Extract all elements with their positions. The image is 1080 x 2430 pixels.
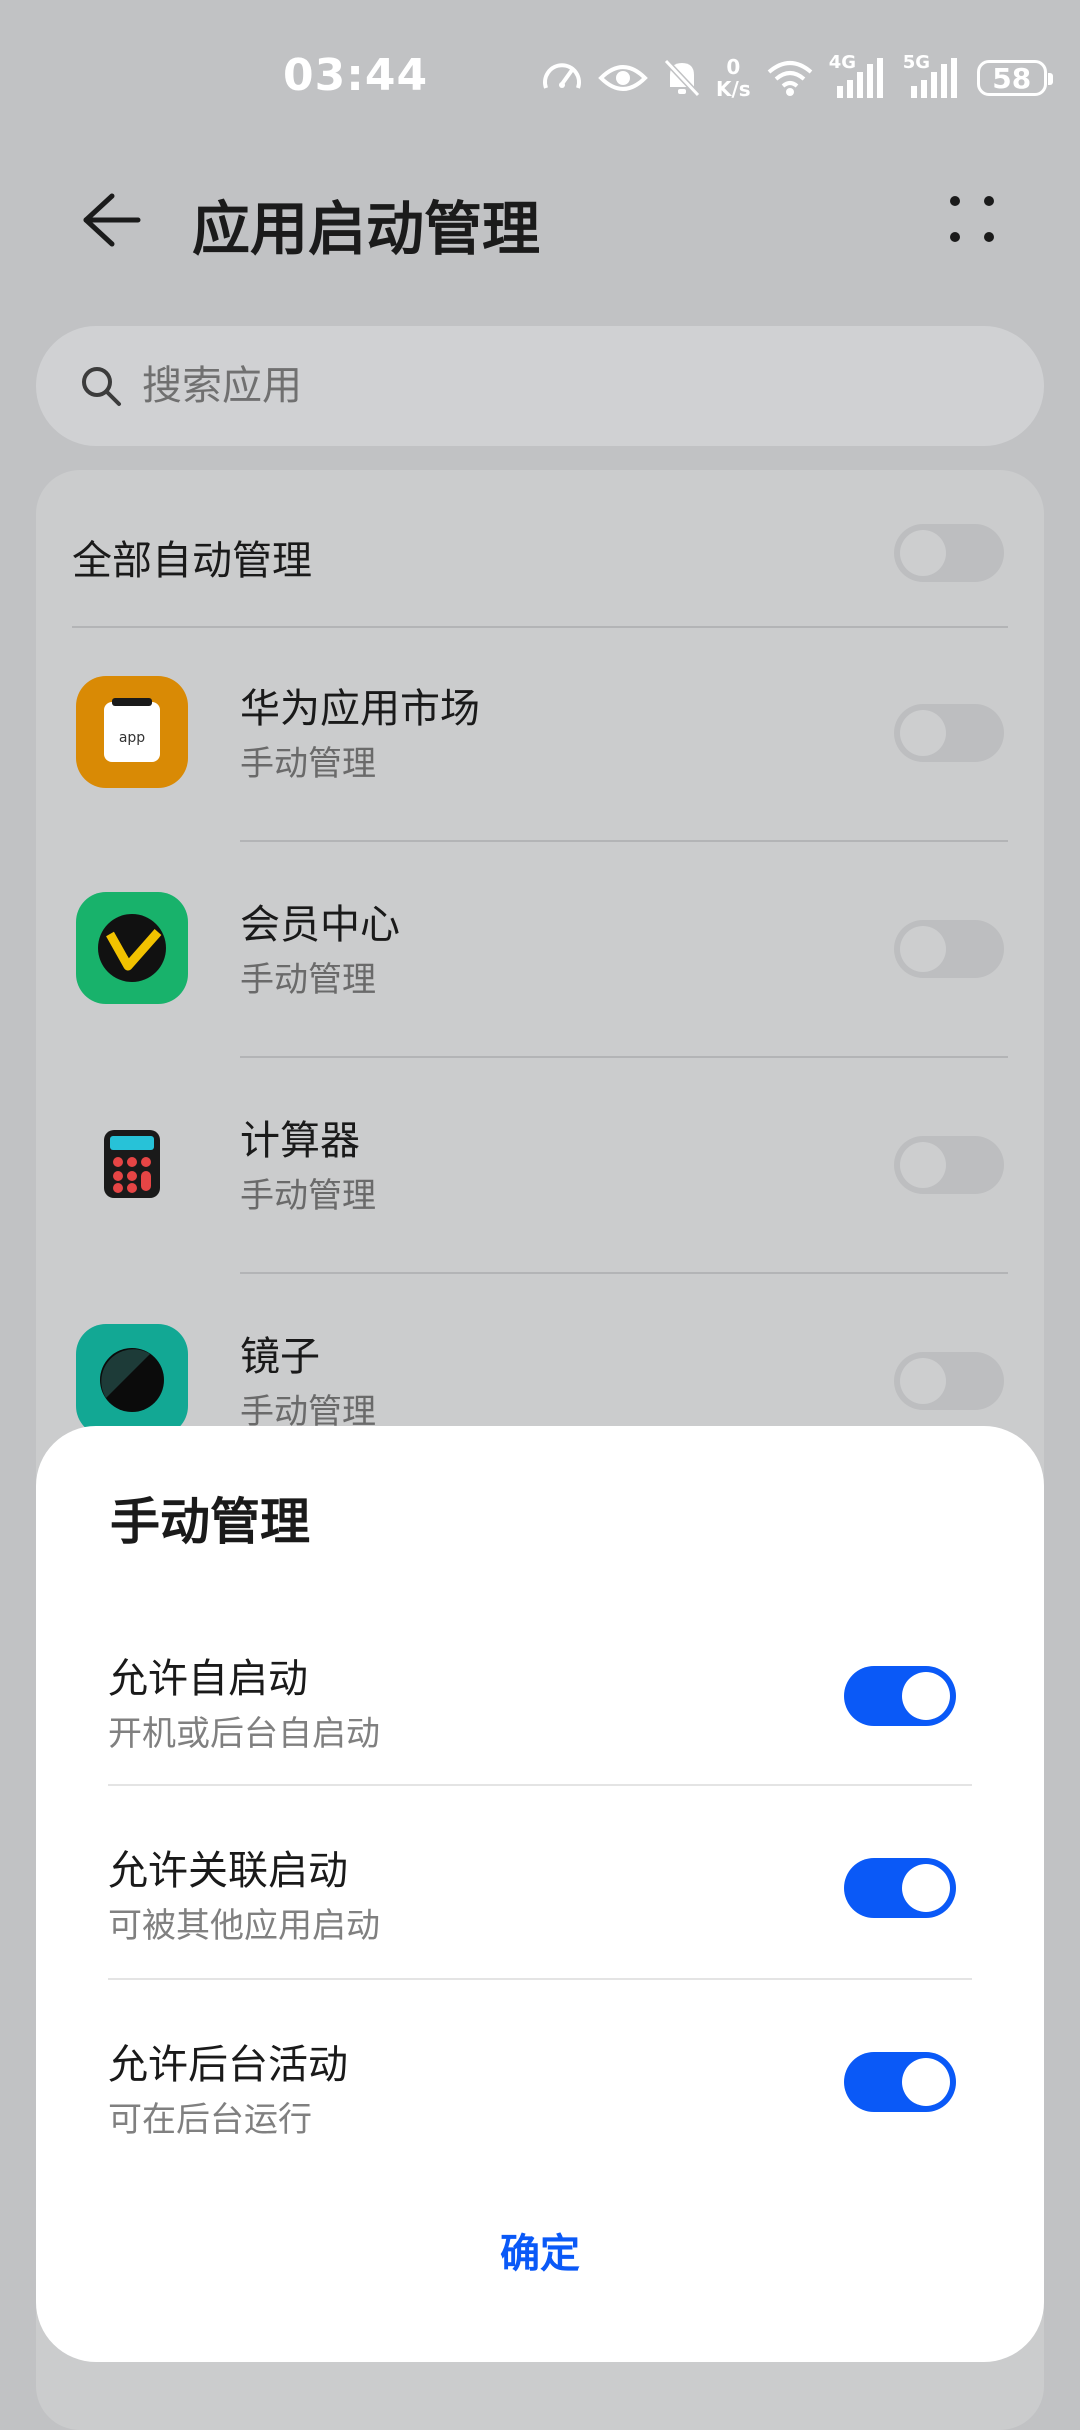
option-label: 允许后台活动: [108, 2042, 348, 2088]
more-button[interactable]: [930, 180, 1010, 260]
option-allow-background[interactable]: 允许后台活动 可在后台运行: [36, 2022, 1044, 2214]
option-label: 允许自启动: [108, 1656, 308, 1702]
mirror-icon: [76, 1324, 188, 1436]
app-name: 镜子: [240, 1334, 320, 1380]
signal-icon: 4G: [829, 52, 889, 100]
divider: [108, 1978, 972, 1980]
app-toggle[interactable]: [894, 704, 1004, 762]
app-toggle[interactable]: [894, 1352, 1004, 1410]
more-dots-icon: [950, 196, 960, 206]
status-icons: 0 K/s 4G 5G 58: [540, 48, 1053, 108]
eye-icon: [598, 58, 648, 98]
signal-icon: 5G: [903, 52, 963, 100]
back-button[interactable]: [70, 180, 150, 260]
app-name: 计算器: [240, 1118, 360, 1164]
list-item[interactable]: 计算器 手动管理: [36, 1058, 1044, 1273]
linked-start-toggle[interactable]: [844, 1858, 956, 1918]
all-auto-manage-row[interactable]: 全部自动管理: [36, 470, 1044, 626]
app-toggle[interactable]: [894, 1136, 1004, 1194]
status-bar: 03:44 0 K/s 4G 5G 58: [0, 0, 1080, 140]
app-name: 华为应用市场: [240, 686, 480, 732]
svg-text:app: app: [119, 730, 145, 746]
search-icon: [76, 361, 126, 411]
bell-off-icon: [662, 57, 702, 99]
option-label: 允许关联启动: [108, 1848, 348, 1894]
background-activity-toggle[interactable]: [844, 2052, 956, 2112]
member-center-icon: [76, 892, 188, 1004]
manual-manage-sheet: 手动管理 允许自启动 开机或后台自启动 允许关联启动 可被其他应用启动 允许后台…: [36, 1426, 1044, 2362]
arrow-left-icon: [83, 193, 141, 247]
battery-icon: 58: [976, 60, 1053, 96]
divider: [108, 1784, 972, 1786]
page-title: 应用启动管理: [192, 195, 541, 263]
status-time: 03:44: [283, 50, 429, 101]
network-speed: 0 K/s: [716, 55, 751, 101]
sheet-title: 手动管理: [110, 1493, 310, 1551]
autostart-toggle[interactable]: [844, 1666, 956, 1726]
all-auto-manage-label: 全部自动管理: [72, 538, 312, 584]
all-auto-manage-toggle[interactable]: [894, 524, 1004, 582]
confirm-button[interactable]: 确定: [390, 2202, 690, 2298]
speed-icon: [540, 56, 584, 100]
search-box[interactable]: [36, 326, 1044, 446]
option-allow-autostart[interactable]: 允许自启动 开机或后台自启动: [36, 1636, 1044, 1828]
app-toggle[interactable]: [894, 920, 1004, 978]
app-status: 手动管理: [240, 960, 376, 1000]
search-input[interactable]: [140, 362, 944, 410]
list-item[interactable]: 会员中心 手动管理: [36, 842, 1044, 1057]
app-status: 手动管理: [240, 1176, 376, 1216]
option-description: 开机或后台自启动: [108, 1714, 380, 1754]
option-description: 可被其他应用启动: [108, 1906, 380, 1946]
option-allow-linked-start[interactable]: 允许关联启动 可被其他应用启动: [36, 1828, 1044, 2020]
calculator-icon: [76, 1108, 188, 1220]
app-status: 手动管理: [240, 744, 376, 784]
wifi-icon: [765, 58, 815, 98]
app-market-icon: app: [76, 676, 188, 788]
list-item[interactable]: app 华为应用市场 手动管理: [36, 626, 1044, 841]
option-description: 可在后台运行: [108, 2100, 312, 2140]
app-name: 会员中心: [240, 902, 400, 948]
